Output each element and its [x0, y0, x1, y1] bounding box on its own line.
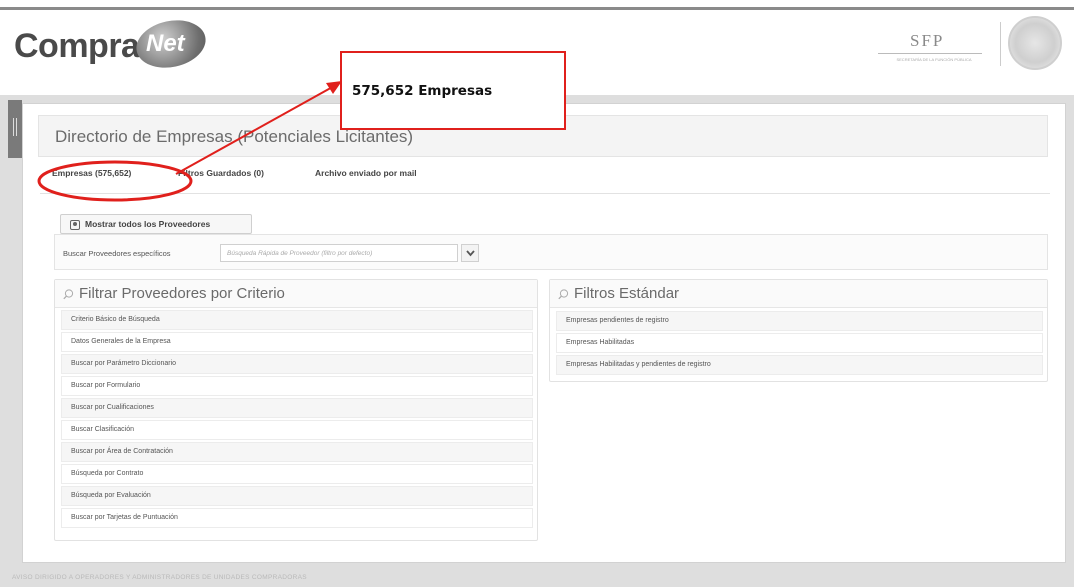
annotation-arrow-line: [175, 84, 337, 175]
annotation-ellipse: [37, 160, 193, 202]
annotation-overlay: [37, 81, 342, 202]
arrow-head-icon: [326, 81, 342, 94]
